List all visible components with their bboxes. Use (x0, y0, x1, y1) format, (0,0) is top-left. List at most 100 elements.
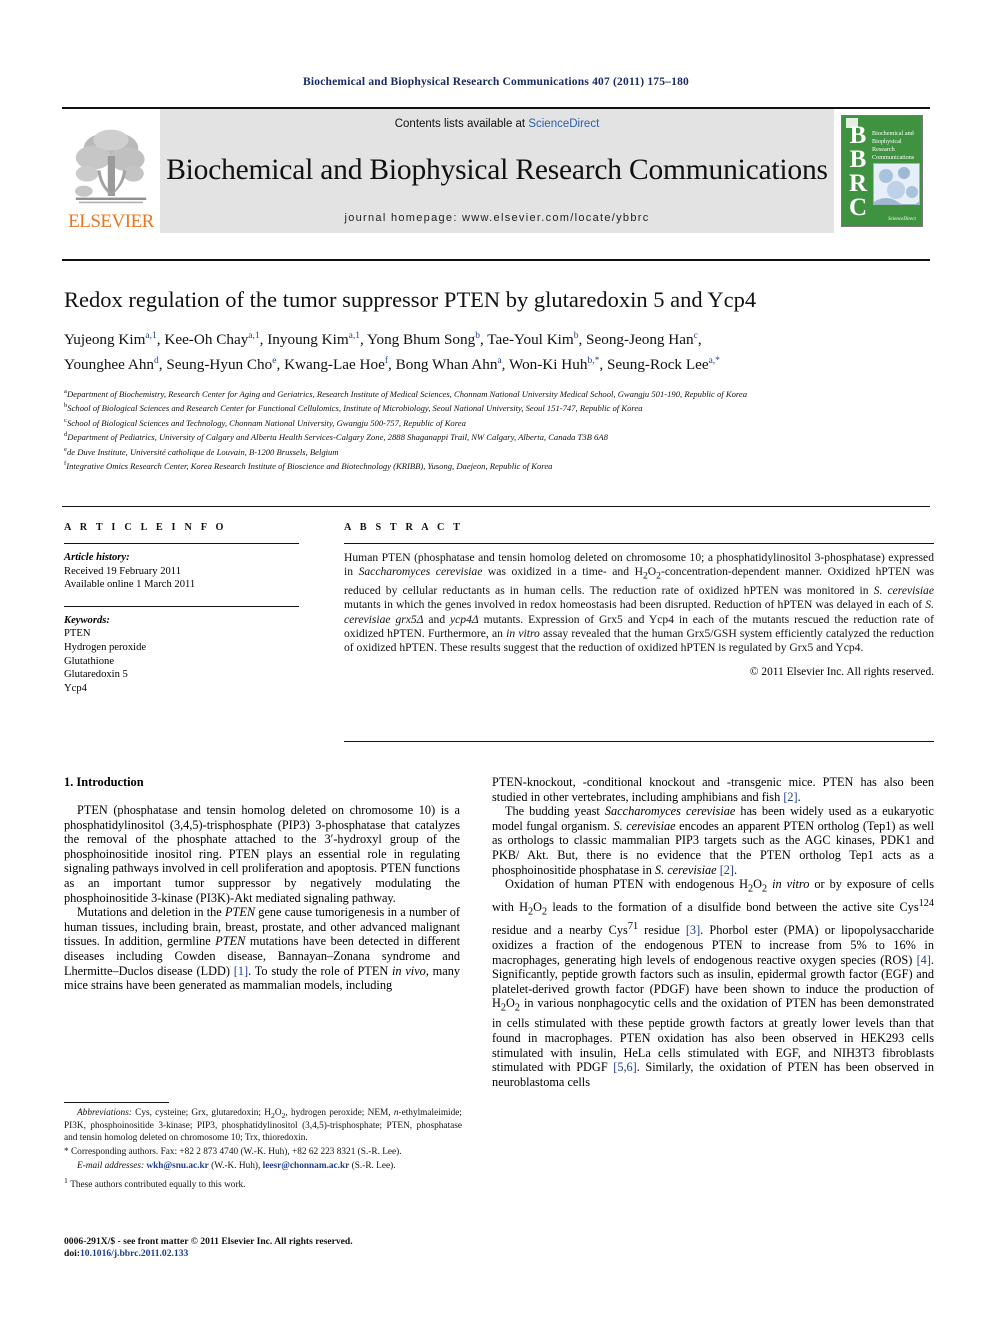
elsevier-wordmark: ELSEVIER (68, 211, 154, 232)
email-link-lee[interactable]: leesr@chonnam.ac.kr (263, 1161, 350, 1171)
affil-marker: b,* (587, 355, 600, 366)
affil-marker: a,* (708, 355, 720, 366)
affiliation-text: Integrative Omics Research Center, Korea… (66, 461, 553, 472)
history-online: Available online 1 March 2011 (64, 579, 196, 591)
affil-marker: a,1 (145, 331, 157, 341)
citation-ref[interactable]: [1] (234, 964, 248, 978)
affiliation-a: aDepartment of Biochemistry, Research Ce… (64, 386, 936, 400)
article-info-column: A R T I C L E I N F O Article history: R… (64, 522, 299, 695)
keywords-label: Keywords: (64, 614, 110, 626)
contents-prefix: Contents lists available at (394, 118, 529, 130)
contents-available-line: Contents lists available at ScienceDirec… (395, 118, 600, 130)
elsevier-logo: ELSEVIER (62, 109, 160, 233)
paragraph: PTEN-knockout, -conditional knockout and… (492, 775, 934, 804)
citation-ref[interactable]: [5,6] (613, 1060, 637, 1074)
info-divider-top (62, 506, 930, 507)
bbrc-letters: BBRC (848, 122, 868, 221)
journal-homepage[interactable]: journal homepage: www.elsevier.com/locat… (344, 212, 649, 224)
paper-page: Biochemical and Biophysical Research Com… (0, 0, 992, 1323)
footer-issn-block: 0006-291X/$ - see front matter © 2011 El… (64, 1236, 494, 1260)
affil-marker: d (154, 355, 159, 366)
journal-title: Biochemical and Biophysical Research Com… (166, 154, 828, 187)
paragraph: Oxidation of human PTEN with endogenous … (492, 877, 934, 1089)
affil-marker: b (573, 331, 579, 341)
affiliation-c: cSchool of Biological Sciences and Techn… (64, 415, 936, 429)
author-line-2: Younghee Ahnd, Seung-Hyun Choe, Kwang-La… (64, 355, 720, 373)
affiliation-text: Department of Biochemistry, Research Cen… (66, 388, 748, 399)
footnotes: Abbreviations: Cys, cysteine; Grx, gluta… (64, 1108, 462, 1195)
bbrc-cover-title: Biochemical and Biophysical Research Com… (872, 130, 915, 161)
affil-marker: b (475, 331, 480, 341)
citation-ref[interactable]: [3] (686, 923, 700, 937)
affiliation-text: Department of Pediatrics, University of … (67, 432, 608, 443)
cover-photo (873, 163, 920, 205)
cover-publisher: ScienceDirect (888, 217, 916, 222)
affiliation-f: fIntegrative Omics Research Center, Kore… (64, 458, 936, 472)
affil-marker: c (693, 331, 698, 341)
keyword-item: Glutathione (64, 655, 115, 667)
citation-ref[interactable]: [2] (720, 863, 734, 877)
affiliation-text: School of Biological Sciences and Techno… (66, 417, 466, 428)
page-title: Redox regulation of the tumor suppressor… (64, 287, 757, 312)
body-right-column: PTEN-knockout, -conditional knockout and… (492, 775, 934, 1089)
affil-marker: a,1 (248, 331, 260, 341)
footnote-marker: 1 (64, 1176, 68, 1186)
affiliations: aDepartment of Biochemistry, Research Ce… (64, 386, 936, 473)
email-label: E-mail addresses: (77, 1161, 145, 1172)
author-line-1: Yujeong Kima,1, Kee-Oh Chaya,1, Inyoung … (64, 331, 702, 349)
doi-value[interactable]: 10.1016/j.bbrc.2011.02.133 (80, 1248, 188, 1259)
email-person-huh: (W.-K. Huh), (211, 1161, 261, 1172)
journal-cover: BBRC Biochemical and Biophysical Researc… (834, 109, 930, 233)
keyword-item: Glutaredoxin 5 (64, 669, 128, 681)
article-info-heading: A R T I C L E I N F O (64, 522, 227, 533)
issn-line: 0006-291X/$ - see front matter © 2011 El… (64, 1236, 353, 1247)
abstract-divider-bottom (344, 741, 934, 742)
sciencedirect-link[interactable]: ScienceDirect (528, 118, 599, 130)
email-person-lee: (S.-R. Lee). (351, 1161, 396, 1172)
paragraph: The budding yeast Saccharomyces cerevisi… (492, 804, 935, 877)
affiliation-text: de Duve Institute, Université catholique… (66, 446, 339, 457)
cover-photo-graphic (874, 164, 919, 204)
affil-marker: a,1 (348, 331, 360, 341)
footnote-equal-contribution: 1 These authors contributed equally to t… (64, 1176, 246, 1191)
info-rule-1 (64, 543, 299, 544)
doi-line: doi:10.1016/j.bbrc.2011.02.133 (64, 1248, 494, 1260)
affil-marker: a (497, 355, 502, 366)
journal-masthead: ELSEVIER Contents lists available at Sci… (62, 107, 930, 233)
abstract-copyright: © 2011 Elsevier Inc. All rights reserved… (749, 666, 934, 679)
bbrc-cover-art: BBRC Biochemical and Biophysical Researc… (841, 115, 923, 227)
email-link-huh[interactable]: wkh@snu.ac.kr (146, 1161, 208, 1171)
citation-ref[interactable]: [2] (783, 790, 797, 804)
affil-marker: f (384, 355, 389, 366)
info-rule-2 (64, 605, 299, 607)
masthead-center: Contents lists available at ScienceDirec… (160, 109, 834, 233)
running-head: Biochemical and Biophysical Research Com… (303, 76, 689, 88)
section-heading-introduction: 1. Introduction (64, 775, 144, 789)
keyword-item: PTEN (64, 628, 91, 640)
footnote-divider (64, 1102, 169, 1103)
paragraph: Mutations and deletion in the PTEN gene … (64, 905, 461, 993)
keyword-item: Ycp4 (64, 682, 87, 694)
affiliation-b: bSchool of Biological Sciences and Resea… (64, 400, 936, 414)
abstract-rule-top (344, 543, 934, 544)
abstract-heading: A B S T R A C T (344, 522, 464, 533)
body-left-column: 1. Introduction PTEN (phosphatase and te… (64, 775, 460, 993)
footnote-corresponding: * Corresponding authors. Fax: +82 2 873 … (64, 1147, 402, 1158)
abbreviations-label: Abbreviations: (77, 1108, 132, 1118)
elsevier-tree-icon (75, 129, 147, 204)
abstract-column: A B S T R A C T Human PTEN (phosphatase … (344, 522, 934, 678)
affiliation-d: dDepartment of Pediatrics, University of… (64, 429, 936, 443)
article-history-label: Article history: (64, 552, 130, 563)
title-divider (62, 259, 930, 261)
affiliation-e: ede Duve Institute, Université catholiqu… (64, 444, 936, 458)
paragraph: PTEN (phosphatase and tensin homolog del… (64, 803, 460, 905)
author-list: Yujeong Kima,1, Kee-Oh Chaya,1, Inyoung … (64, 326, 936, 375)
citation-ref[interactable]: [4] (917, 953, 931, 967)
doi-label: doi: (64, 1248, 80, 1260)
footnote-emails: E-mail addresses: wkh@snu.ac.kr (W.-K. H… (64, 1161, 462, 1173)
footnote-abbreviations: Abbreviations: Cys, cysteine; Grx, gluta… (64, 1108, 462, 1144)
affiliation-text: School of Biological Sciences and Resear… (67, 403, 643, 414)
keyword-item: Hydrogen peroxide (64, 641, 147, 653)
abstract-text: Human PTEN (phosphatase and tensin homol… (344, 551, 935, 655)
affil-marker: e (272, 355, 277, 366)
